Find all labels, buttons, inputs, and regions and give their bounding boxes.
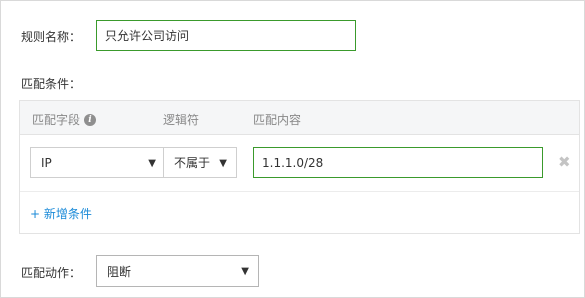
header-logic-label: 逻辑符 [163,113,200,127]
rule-name-input[interactable] [96,20,356,51]
info-icon[interactable]: i [84,113,97,126]
match-action-select[interactable]: 阻断 ▼ [96,255,259,287]
header-logic: 逻辑符 [163,111,199,128]
header-field-label: 匹配字段 [32,113,81,127]
header-content: 匹配内容 [253,111,301,128]
caret-down-icon: ▼ [219,158,227,169]
caret-down-icon: ▼ [148,158,156,169]
logic-operator-value: 不属于 [174,156,211,170]
header-field: 匹配字段 i [32,111,97,128]
close-icon[interactable]: ✖ [558,153,571,171]
rule-name-label: 规则名称： [21,30,82,44]
action-label: 匹配动作： [21,266,82,280]
conditions-label: 匹配条件： [21,77,82,91]
row-divider [20,191,579,192]
caret-down-icon: ▼ [241,266,249,277]
match-field-value: IP [41,155,52,170]
match-content-input[interactable] [253,147,543,178]
add-condition-link[interactable]: + 新增条件 [30,205,92,222]
conditions-table: 匹配字段 i 逻辑符 匹配内容 IP ▼ 不属于 ▼ ✖ + 新增条件 [19,100,580,234]
rule-form: 规则名称： 匹配条件： 匹配字段 i 逻辑符 匹配内容 IP ▼ 不属于 ▼ ✖… [0,0,585,298]
match-field-select[interactable]: IP ▼ [30,147,166,178]
match-action-value: 阻断 [107,264,132,279]
conditions-table-header: 匹配字段 i 逻辑符 匹配内容 [20,101,579,135]
header-content-label: 匹配内容 [253,113,302,127]
logic-operator-select[interactable]: 不属于 ▼ [163,147,237,178]
